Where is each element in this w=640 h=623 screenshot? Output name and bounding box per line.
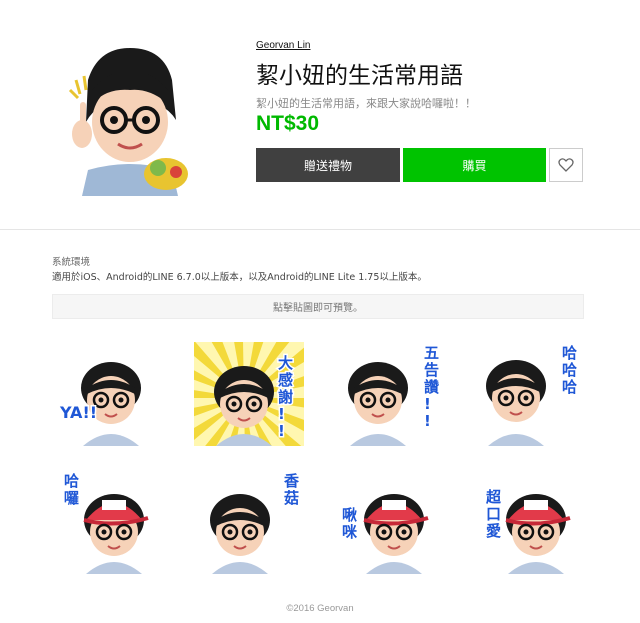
sticker-caption-char: 囉 xyxy=(64,489,79,507)
sticker-caption: YA!! xyxy=(59,403,97,422)
sticker-art: 啾咪 xyxy=(341,494,429,574)
sticker-item[interactable]: 哈囉 xyxy=(56,470,166,574)
sticker-caption-char: ! xyxy=(424,395,431,413)
sticker-item[interactable]: 五告讚!! xyxy=(332,342,442,446)
buy-button[interactable]: 購買 xyxy=(403,148,546,182)
sticker-caption-char: 感 xyxy=(278,371,293,389)
product-description: 絜小妞的生活常用語，來跟大家說哈囉啦！！ xyxy=(256,97,476,110)
footer-copyright: ©2016 Georvan xyxy=(286,603,354,614)
sticker-caption-char: 大 xyxy=(278,354,293,372)
sticker-art: 超口愛 xyxy=(484,487,571,574)
sticker-caption-char: ! xyxy=(278,405,285,423)
sticker-caption-char: ! xyxy=(278,422,285,440)
sticker-caption-char: 哈 xyxy=(562,378,577,396)
sticker-caption-char: 愛 xyxy=(486,522,501,540)
sticker-caption-char: 五 xyxy=(424,344,439,362)
gift-button-label: 贈送禮物 xyxy=(303,158,352,173)
environment-text: 適用於iOS、Android的LINE 6.7.0以上版本，以及Android的… xyxy=(52,272,427,283)
price-label: NT$30 xyxy=(256,112,320,135)
gift-button[interactable]: 贈送禮物 xyxy=(256,148,400,182)
page-title: 絜小妞的生活常用語 xyxy=(256,63,463,89)
sticker-item[interactable]: 大感謝!! xyxy=(194,342,304,446)
sticker-art: 大感謝!! xyxy=(194,342,304,446)
author-link[interactable]: Georvan Lin xyxy=(256,40,310,51)
favorite-button[interactable] xyxy=(549,148,583,182)
sticker-art: 五告讚!! xyxy=(348,343,441,446)
section-divider xyxy=(0,229,640,230)
buy-button-label: 購買 xyxy=(462,158,487,173)
sticker-caption-char: 咪 xyxy=(342,523,358,541)
sticker-caption-char: 哈 xyxy=(64,472,79,490)
preview-hint-bar: 點擊貼圖即可預覽。 xyxy=(52,294,584,319)
sticker-art: 哈哈哈 xyxy=(486,343,579,446)
sticker-item[interactable]: 香菇 xyxy=(194,470,304,574)
sticker-caption-char: 菇 xyxy=(284,489,299,507)
sticker-art: 香菇 xyxy=(210,471,301,574)
sticker-art: 哈囉 xyxy=(63,471,149,574)
sticker-item[interactable]: 超口愛 xyxy=(470,470,580,574)
sticker-caption-char: 香 xyxy=(284,472,299,490)
sticker-art: YA!! xyxy=(58,362,141,446)
sticker-caption-char: 口 xyxy=(486,505,501,523)
sticker-item[interactable]: YA!! xyxy=(56,342,166,446)
preview-hint-text: 點擊貼圖即可預覽。 xyxy=(273,303,363,314)
sticker-caption-char: 哈 xyxy=(562,344,577,362)
main-sticker-image xyxy=(68,40,192,196)
sticker-caption-char: 謝 xyxy=(278,388,293,406)
sticker-caption-char: 超 xyxy=(485,488,502,506)
sticker-caption-char: ! xyxy=(424,412,431,430)
sticker-item[interactable]: 哈哈哈 xyxy=(470,342,580,446)
environment-label: 系統環境 xyxy=(52,257,91,268)
sticker-caption-char: 哈 xyxy=(562,361,577,379)
heart-icon xyxy=(558,158,574,172)
sticker-caption-char: 啾 xyxy=(342,506,357,524)
sticker-item[interactable]: 啾咪 xyxy=(332,470,442,574)
sticker-caption-char: 讚 xyxy=(424,378,439,396)
sticker-caption-char: 告 xyxy=(424,361,439,379)
